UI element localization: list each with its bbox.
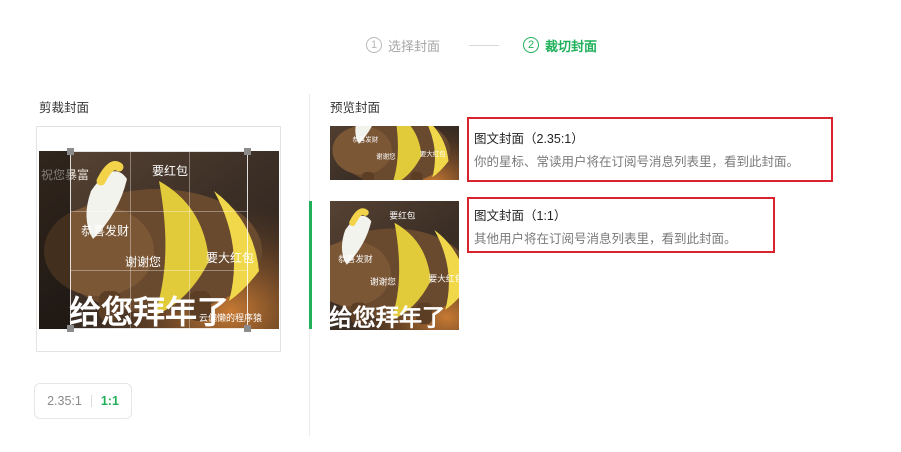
ratio-separator xyxy=(90,395,92,407)
crop-handle-bottom-left[interactable] xyxy=(67,325,74,332)
meme-text: 要红包 xyxy=(389,209,415,220)
step-label: 裁切封面 xyxy=(545,38,598,54)
crop-handle-bottom-right[interactable] xyxy=(244,325,251,332)
ratio-option-1-1[interactable]: 1:1 xyxy=(101,394,119,408)
meme-text: 恭喜发财 xyxy=(338,253,373,264)
crop-handle-top-right[interactable] xyxy=(244,148,251,155)
ratio-toggle: 2.35:1 1:1 xyxy=(34,383,132,419)
crop-handle-top-left[interactable] xyxy=(67,148,74,155)
crop-selection[interactable] xyxy=(67,148,251,332)
step-connector xyxy=(469,45,499,46)
meme-text: 要大红包 xyxy=(429,272,459,283)
meme-image: 恭喜发财 谢谢您 要大红包 xyxy=(330,126,459,180)
step-select-cover[interactable]: 1 选择封面 xyxy=(366,34,440,56)
step-indicator: 1 选择封面 2 裁切封面 xyxy=(0,34,901,56)
ratio-option-2-35-1[interactable]: 2.35:1 xyxy=(47,394,82,408)
selected-preview-indicator xyxy=(309,201,312,329)
step-label: 选择封面 xyxy=(388,38,441,54)
preview-section-title: 预览封面 xyxy=(330,101,381,115)
preview-thumbnail-square[interactable]: 要红包 恭喜发财 谢谢您 要大红包 给您拜年了 xyxy=(330,201,459,330)
preview-wide-title: 图文封面（2.35:1） xyxy=(474,132,584,146)
step-crop-cover[interactable]: 2 裁切封面 xyxy=(523,34,597,56)
meme-image: 要红包 恭喜发财 谢谢您 要大红包 给您拜年了 xyxy=(330,201,459,330)
preview-thumbnail-wide[interactable]: 恭喜发财 谢谢您 要大红包 xyxy=(330,126,459,180)
meme-text: 给您拜年了 xyxy=(330,305,445,330)
crop-mask xyxy=(39,151,71,329)
preview-wide-description: 你的星标、常读用户将在订阅号消息列表里，看到此封面。 xyxy=(474,155,800,169)
meme-text: 谢谢您 xyxy=(370,275,396,286)
preview-square-title: 图文封面（1:1） xyxy=(474,209,567,223)
step-number: 2 xyxy=(523,37,539,53)
preview-square-description: 其他用户将在订阅号消息列表里，看到此封面。 xyxy=(474,232,737,246)
crop-section-title: 剪裁封面 xyxy=(39,101,90,115)
preview-info-wide-highlight xyxy=(467,117,833,182)
step-number: 1 xyxy=(366,37,382,53)
